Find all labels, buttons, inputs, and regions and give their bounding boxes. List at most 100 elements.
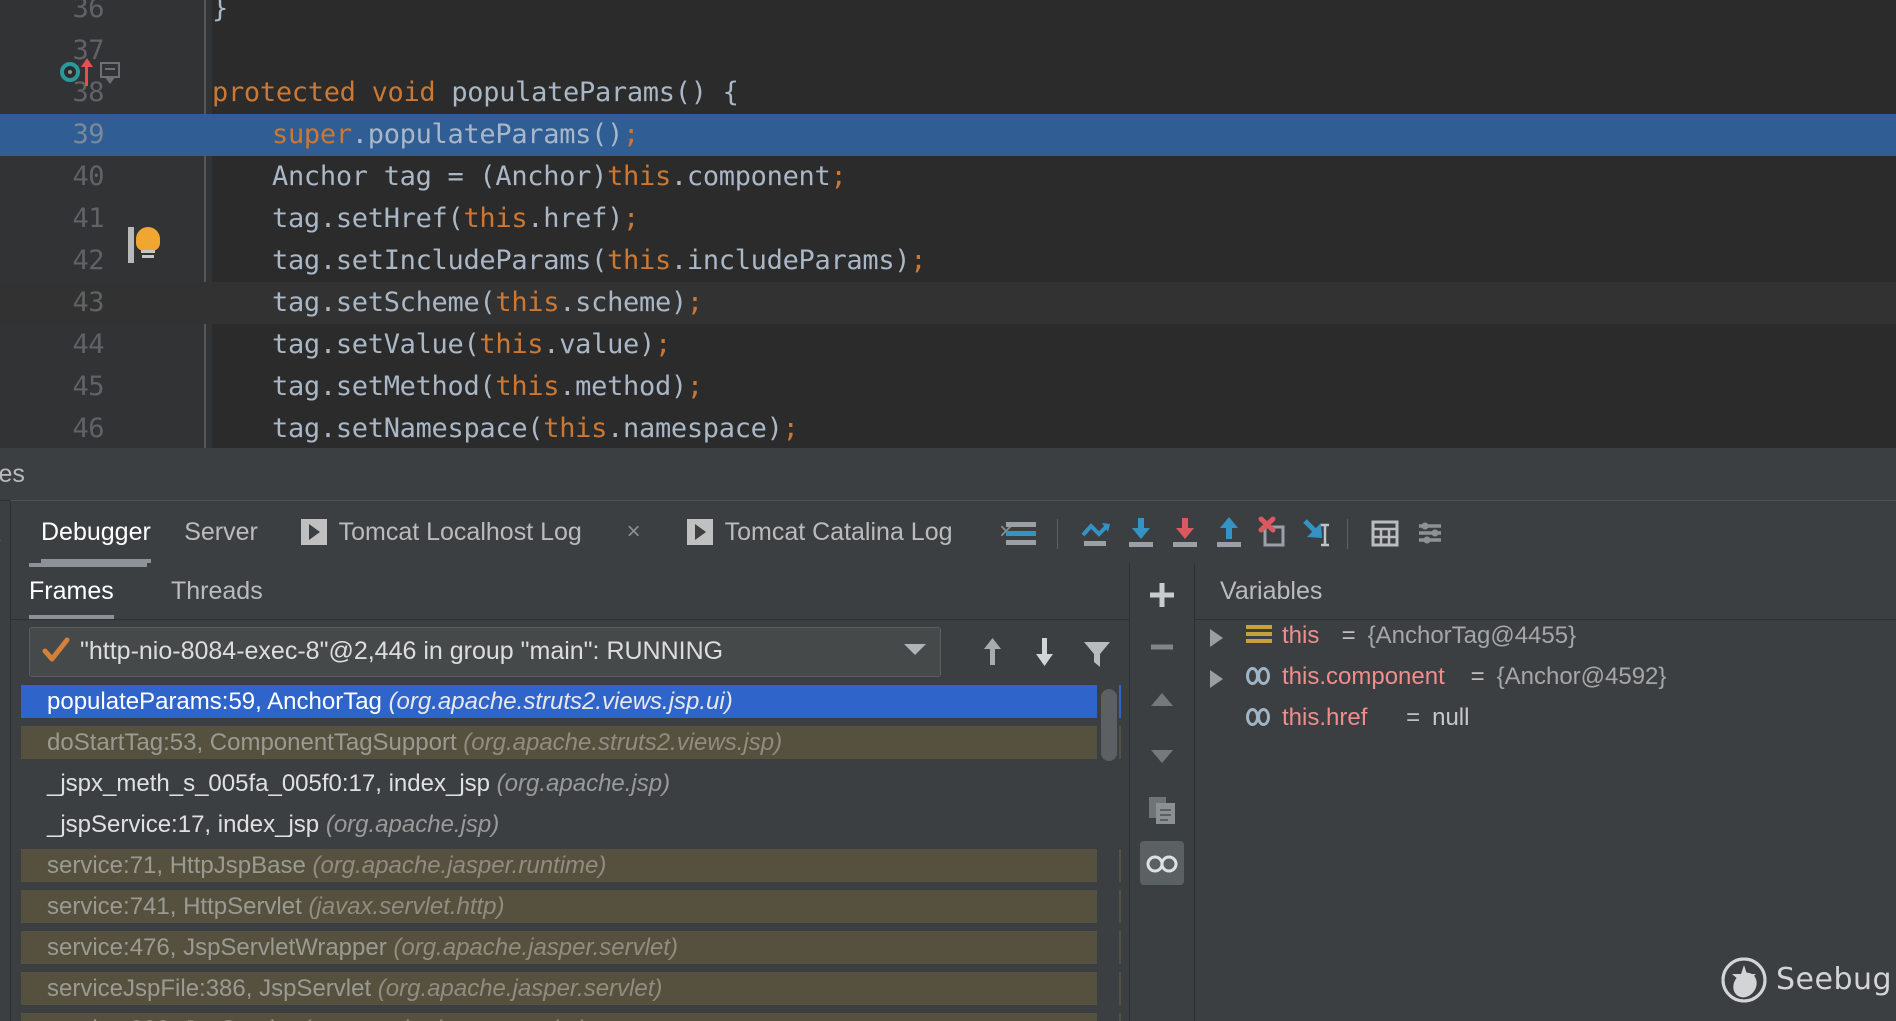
variable-name: this <box>1282 619 1319 652</box>
frame-package: (org.apache.jasper.servlet) <box>378 975 663 1002</box>
frames-scrollbar-thumb[interactable] <box>1101 689 1117 761</box>
variable-row[interactable]: this.href=null <box>1194 701 1896 734</box>
add-watch-icon[interactable] <box>1140 573 1184 617</box>
frames-filter-icon[interactable] <box>1075 633 1119 673</box>
variable-value: {Anchor@4592} <box>1497 660 1667 693</box>
code-text: super.populateParams(); <box>212 114 639 156</box>
step-over-icon[interactable] <box>1075 513 1119 553</box>
frame-method: service:476, JspServletWrapper <box>47 934 393 961</box>
frame-package: (org.apache.jsp) <box>497 770 670 797</box>
line-number: 45 <box>0 366 104 408</box>
tab-threads[interactable]: Threads <box>171 563 263 619</box>
code-line[interactable]: 46tag.setNamespace(this.namespace); <box>0 408 1896 448</box>
frames-scrollbar[interactable] <box>1097 685 1119 1021</box>
tool-window-header: ces <box>0 448 1896 501</box>
debug-tab-bar: Debugger Server Tomcat Localhost Log × Tomca… <box>11 501 1896 563</box>
tab-label: Debugger <box>41 518 151 546</box>
line-number: 40 <box>0 156 104 198</box>
variables-header: Variables <box>1194 563 1896 620</box>
frame-method: serviceJspFile:386, JspServlet <box>47 975 378 1002</box>
frame-row[interactable]: doStartTag:53, ComponentTagSupport (org.… <box>21 726 1121 759</box>
evaluate-expression-icon[interactable] <box>1363 513 1407 553</box>
drop-frame-icon[interactable] <box>1251 513 1295 553</box>
method-override-icon[interactable] <box>60 62 80 82</box>
line-number: 38 <box>0 72 104 114</box>
seebug-watermark-label: Seebug <box>1776 962 1892 997</box>
code-line[interactable]: 45tag.setMethod(this.method); <box>0 366 1896 408</box>
tab-tomcat-localhost-log[interactable]: Tomcat Localhost Log <box>339 501 582 563</box>
code-line[interactable]: 39super.populateParams(); <box>0 114 1896 156</box>
frame-row[interactable]: populateParams:59, AnchorTag (org.apache… <box>21 685 1121 718</box>
code-line[interactable]: 37 <box>0 30 1896 72</box>
frame-method: doStartTag:53, ComponentTagSupport <box>47 729 463 756</box>
tab-frames-label: Frames <box>29 577 114 605</box>
move-watch-down-icon[interactable] <box>1140 733 1184 777</box>
step-out-icon[interactable] <box>1207 513 1251 553</box>
remove-watch-icon[interactable] <box>1140 625 1184 669</box>
code-line[interactable]: 42tag.setIncludeParams(this.includeParam… <box>0 240 1896 282</box>
frames-list[interactable]: populateParams:59, AnchorTag (org.apache… <box>21 685 1121 1021</box>
tab-debugger[interactable]: Debugger <box>41 501 151 563</box>
frame-row[interactable]: service:476, JspServletWrapper (org.apac… <box>21 931 1121 964</box>
code-line[interactable]: 36} <box>0 0 1896 30</box>
variables-title: Variables <box>1220 563 1322 619</box>
code-text: Anchor tag = (Anchor)this.component; <box>212 156 846 198</box>
step-into-icon[interactable] <box>1119 513 1163 553</box>
frames-pane: Frames Threads "http-nio-8084-exec-8"@2, <box>11 563 1129 1021</box>
frame-row[interactable]: _jspx_meth_s_005fa_005f0:17, index_jsp (… <box>21 767 1121 800</box>
tool-window-expand-chevron-icon[interactable]: » <box>0 520 4 560</box>
frame-package: (org.apache.jasper.servlet) <box>393 934 678 961</box>
tab-label: Tomcat Catalina Log <box>725 518 953 546</box>
show-execution-point-icon[interactable] <box>1001 513 1045 553</box>
tool-window-title: ces <box>0 460 25 489</box>
variable-equals: = <box>1471 660 1485 693</box>
toggle-watches-icon[interactable] <box>1140 841 1184 885</box>
variable-row[interactable]: this={AnchorTag@4455} <box>1194 619 1896 652</box>
expand-triangle-icon[interactable] <box>1210 629 1223 647</box>
code-line[interactable]: 40 Anchor tag = (Anchor)this.component; <box>0 156 1896 198</box>
frame-row[interactable]: service:741, HttpServlet (javax.servlet.… <box>21 890 1121 923</box>
fold-collapse-icon[interactable] <box>100 62 122 84</box>
move-watch-up-icon[interactable] <box>1140 679 1184 723</box>
variable-equals: = <box>1342 619 1356 652</box>
tab-tomcat-catalina-log[interactable]: Tomcat Catalina Log <box>725 501 953 563</box>
frame-method: service:330, JspServlet <box>47 1016 302 1021</box>
watches-toolbar <box>1130 563 1195 1021</box>
frame-method: _jspx_meth_s_005fa_005f0:17, index_jsp <box>47 770 497 797</box>
tab-run-icon <box>301 519 327 545</box>
tab-frames[interactable]: Frames <box>29 563 114 619</box>
chevron-down-icon[interactable] <box>904 644 926 655</box>
frame-method: service:71, HttpJspBase <box>47 852 312 879</box>
debugger-settings-icon[interactable] <box>1407 513 1451 553</box>
code-line[interactable]: 41tag.setHref(this.href); <box>0 198 1896 240</box>
code-text: protected void populateParams() { <box>212 72 739 114</box>
variable-equals: = <box>1406 701 1420 734</box>
code-editor[interactable]: 36}3738 protected void populateParams() {… <box>0 0 1896 448</box>
line-number: 36 <box>0 0 104 30</box>
tab-server[interactable]: Server <box>184 501 258 563</box>
expand-triangle-icon[interactable] <box>1210 670 1223 688</box>
frames-up-icon[interactable] <box>971 633 1015 673</box>
variable-value: null <box>1432 701 1469 734</box>
variable-name: this.component <box>1282 660 1445 693</box>
seebug-watermark: Seebug <box>1718 954 1878 1010</box>
thread-selector[interactable]: "http-nio-8084-exec-8"@2,446 in group "m… <box>29 627 941 677</box>
code-line[interactable]: 44tag.setValue(this.value); <box>0 324 1896 366</box>
code-text: } <box>212 0 228 30</box>
thread-selector-value: "http-nio-8084-exec-8"@2,446 in group "m… <box>80 628 723 674</box>
frame-row[interactable]: serviceJspFile:386, JspServlet (org.apac… <box>21 972 1121 1005</box>
force-step-into-icon[interactable] <box>1163 513 1207 553</box>
frame-package: (org.apache.struts2.views.jsp) <box>463 729 782 756</box>
frames-down-icon[interactable] <box>1023 633 1067 673</box>
intention-bulb-icon[interactable] <box>128 227 162 263</box>
tab-close-icon[interactable]: × <box>623 521 645 543</box>
copy-value-icon[interactable] <box>1140 787 1184 831</box>
code-line[interactable]: 43tag.setScheme(this.scheme); <box>0 282 1896 324</box>
frame-row[interactable]: service:71, HttpJspBase (org.apache.jasp… <box>21 849 1121 882</box>
run-to-cursor-icon[interactable] <box>1295 513 1339 553</box>
code-line[interactable]: 38 protected void populateParams() { <box>0 72 1896 114</box>
code-text: tag.setNamespace(this.namespace); <box>212 408 799 448</box>
variable-row[interactable]: this.component = {Anchor@4592} <box>1194 660 1896 693</box>
thread-running-check-icon <box>42 636 70 666</box>
frame-row[interactable]: _jspService:17, index_jsp (org.apache.js… <box>21 808 1121 841</box>
